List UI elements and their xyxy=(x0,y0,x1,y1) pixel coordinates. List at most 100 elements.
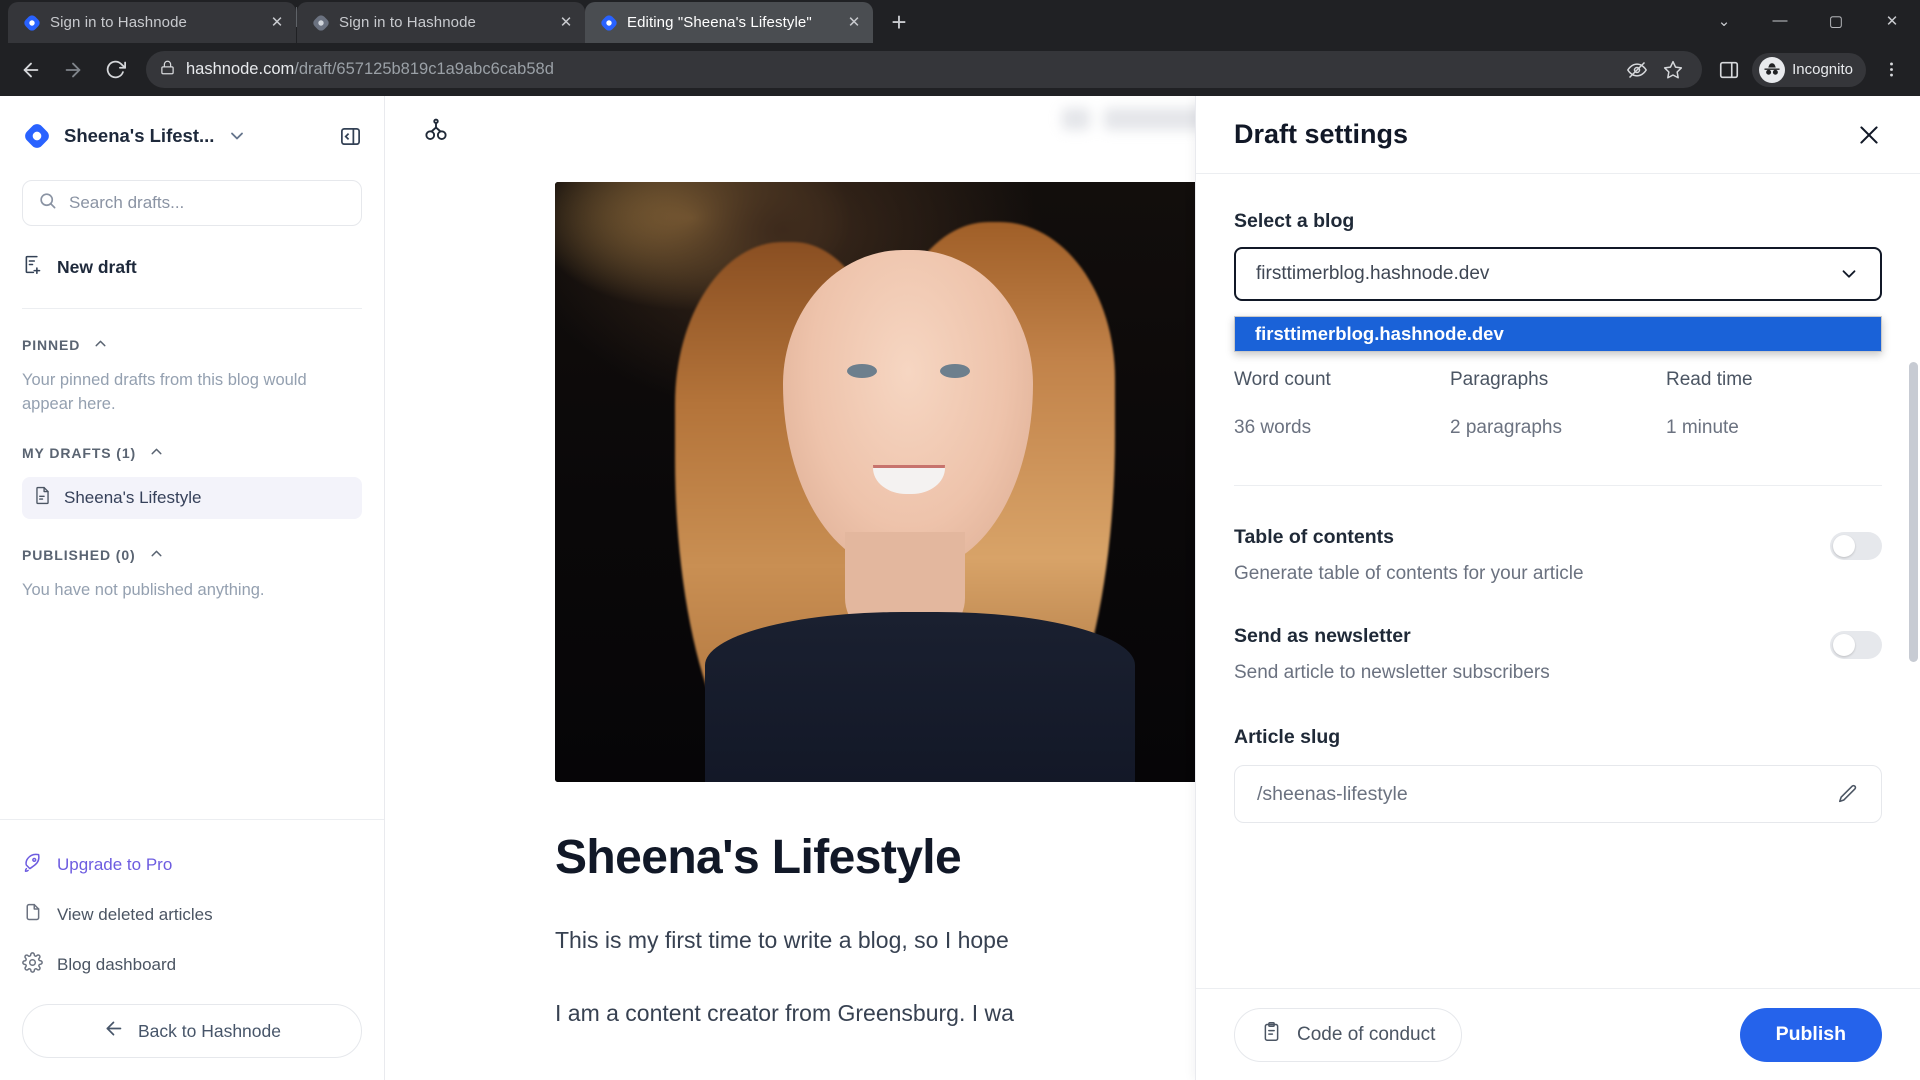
scrollbar-thumb[interactable] xyxy=(1909,362,1918,662)
select-blog-label: Select a blog xyxy=(1234,210,1355,232)
chevron-down-icon[interactable] xyxy=(1838,263,1860,285)
sidebar-item-view-deleted-articles[interactable]: View deleted articles xyxy=(22,890,362,940)
maximize-icon[interactable]: ▢ xyxy=(1808,0,1864,42)
pencil-icon[interactable] xyxy=(1837,783,1859,805)
article-slug-label: Article slug xyxy=(1234,726,1341,748)
chevron-up-icon[interactable] xyxy=(92,335,109,355)
new-draft-button[interactable]: New draft xyxy=(22,240,362,294)
sidebar-top: Sheena's Lifest... Search drafts... New … xyxy=(0,96,384,309)
section-pinned-label: PINNED xyxy=(22,337,81,353)
drafts-sidebar: Sheena's Lifest... Search drafts... New … xyxy=(0,96,385,1080)
back-to-hashnode-label: Back to Hashnode xyxy=(137,1020,281,1041)
back-icon[interactable] xyxy=(12,51,50,89)
browser-window: Sign in to Hashnode ✕ Sign in to Hashnod… xyxy=(0,0,1920,1080)
chrome-menu-icon[interactable] xyxy=(1874,53,1908,87)
stat-value: 2 paragraphs xyxy=(1450,417,1562,438)
article-editor: Sheena's Lifestyle This is my first time… xyxy=(385,96,1920,1080)
sidebar-footer: Upgrade to Pro View deleted articles Blo… xyxy=(0,819,384,1080)
hashnode-icon xyxy=(599,13,618,32)
chevron-up-icon[interactable] xyxy=(148,545,165,565)
omnibox-actions xyxy=(1622,55,1688,85)
code-of-conduct-button[interactable]: Code of conduct xyxy=(1234,1007,1463,1062)
sidebar-item-upgrade-to-pro[interactable]: Upgrade to Pro xyxy=(22,840,362,890)
url-text: hashnode.com/draft/657125b819c1a9abc6cab… xyxy=(186,60,554,79)
list-item[interactable]: Sheena's Lifestyle xyxy=(22,476,362,519)
chevron-up-icon[interactable] xyxy=(148,443,165,463)
chevron-down-icon[interactable] xyxy=(227,126,247,146)
hashnode-logo-icon xyxy=(22,122,51,151)
side-panel-icon[interactable] xyxy=(1714,55,1744,85)
search-icon xyxy=(38,191,57,215)
draft-settings-drawer: Draft settings Select a blog firsttimerb… xyxy=(1195,96,1920,1080)
toc-texts: Table of contents Generate table of cont… xyxy=(1234,526,1830,585)
blog-select-option[interactable]: firsttimerblog.hashnode.dev xyxy=(1235,317,1881,351)
search-drafts-field[interactable]: Search drafts... xyxy=(22,180,362,226)
back-to-hashnode-button[interactable]: Back to Hashnode xyxy=(22,1004,362,1058)
article-slug-value: /sheenas-lifestyle xyxy=(1257,782,1408,805)
stat-value: 1 minute xyxy=(1666,417,1739,438)
window-controls: ⌄ — ▢ ✕ xyxy=(1696,0,1920,43)
article-paragraph-1[interactable]: This is my first time to write a blog, s… xyxy=(555,923,1255,958)
stat-read-time: Read time 1 minute xyxy=(1666,369,1882,439)
hashnode-gray-icon xyxy=(311,13,330,32)
browser-tab-1[interactable]: Sign in to Hashnode ✕ xyxy=(8,2,296,43)
close-icon[interactable]: ✕ xyxy=(266,12,288,34)
gear-icon xyxy=(22,952,43,978)
hashnode-icon xyxy=(22,13,41,32)
close-window-icon[interactable]: ✕ xyxy=(1864,0,1920,42)
section-my-drafts[interactable]: MY DRAFTS (1) xyxy=(22,443,362,463)
browser-tab-3[interactable]: Editing "Sheena's Lifestyle" ✕ xyxy=(585,2,873,43)
forward-icon[interactable] xyxy=(54,51,92,89)
newsletter-title: Send as newsletter xyxy=(1234,625,1411,647)
new-tab-button[interactable]: + xyxy=(881,4,917,40)
new-draft-label: New draft xyxy=(57,256,137,277)
url-path: /draft/657125b819c1a9abc6cab58d xyxy=(294,60,554,78)
toc-toggle[interactable] xyxy=(1830,532,1882,560)
article-slug-setting: Article slug /sheenas-lifestyle xyxy=(1234,726,1882,823)
trash-file-icon xyxy=(22,902,43,928)
drawer-scrollbar[interactable] xyxy=(1909,252,1918,988)
browser-tab-2[interactable]: Sign in to Hashnode ✕ xyxy=(297,2,585,43)
reload-icon[interactable] xyxy=(96,51,134,89)
article-paragraph-2[interactable]: I am a content creator from Greensburg. … xyxy=(555,996,1255,1031)
lock-icon xyxy=(160,60,175,80)
stat-value: 36 words xyxy=(1234,417,1312,438)
drawer-header: Draft settings xyxy=(1196,96,1920,174)
url-host: hashnode.com xyxy=(186,60,295,78)
stat-label: Read time xyxy=(1666,369,1753,390)
blog-select[interactable]: firsttimerblog.hashnode.dev xyxy=(1234,247,1882,301)
newsletter-toggle[interactable] xyxy=(1830,631,1882,659)
rocket-icon xyxy=(22,852,43,878)
close-icon[interactable]: ✕ xyxy=(843,12,865,34)
bookmark-star-icon[interactable] xyxy=(1658,55,1688,85)
section-pinned[interactable]: PINNED xyxy=(22,335,362,355)
blog-switcher[interactable]: Sheena's Lifest... xyxy=(22,114,362,158)
stat-label: Paragraphs xyxy=(1450,369,1549,390)
sidebar-item-label: Blog dashboard xyxy=(57,955,177,974)
newsletter-texts: Send as newsletter Send article to newsl… xyxy=(1234,625,1830,684)
incognito-profile-button[interactable]: Incognito xyxy=(1752,52,1866,87)
publish-button[interactable]: Publish xyxy=(1739,1007,1882,1062)
document-icon xyxy=(33,486,52,510)
ai-assistant-icon[interactable] xyxy=(421,116,451,151)
toggle-knob xyxy=(1833,535,1855,557)
address-bar[interactable]: hashnode.com/draft/657125b819c1a9abc6cab… xyxy=(146,51,1703,88)
close-icon[interactable]: ✕ xyxy=(555,12,577,34)
tab-search-icon[interactable]: ⌄ xyxy=(1696,0,1752,42)
draft-title: Sheena's Lifestyle xyxy=(64,487,202,507)
article-slug-field[interactable]: /sheenas-lifestyle xyxy=(1234,765,1882,823)
tracking-protection-icon[interactable] xyxy=(1622,55,1652,85)
tab-title: Sign in to Hashnode xyxy=(339,14,476,31)
section-published-label: PUBLISHED (0) xyxy=(22,546,136,563)
search-placeholder: Search drafts... xyxy=(69,193,185,212)
collapse-sidebar-icon[interactable] xyxy=(339,125,362,148)
drawer-divider xyxy=(1234,485,1882,486)
sidebar-item-blog-dashboard[interactable]: Blog dashboard xyxy=(22,940,362,990)
sidebar-item-label: View deleted articles xyxy=(57,905,213,924)
section-published[interactable]: PUBLISHED (0) xyxy=(22,545,362,565)
draft-stats: Word count 36 words Paragraphs 2 paragra… xyxy=(1234,369,1882,439)
blog-name: Sheena's Lifest... xyxy=(64,125,215,146)
minimize-icon[interactable]: — xyxy=(1752,0,1808,42)
tab-strip: Sign in to Hashnode ✕ Sign in to Hashnod… xyxy=(0,0,1920,43)
close-icon[interactable] xyxy=(1856,122,1882,148)
